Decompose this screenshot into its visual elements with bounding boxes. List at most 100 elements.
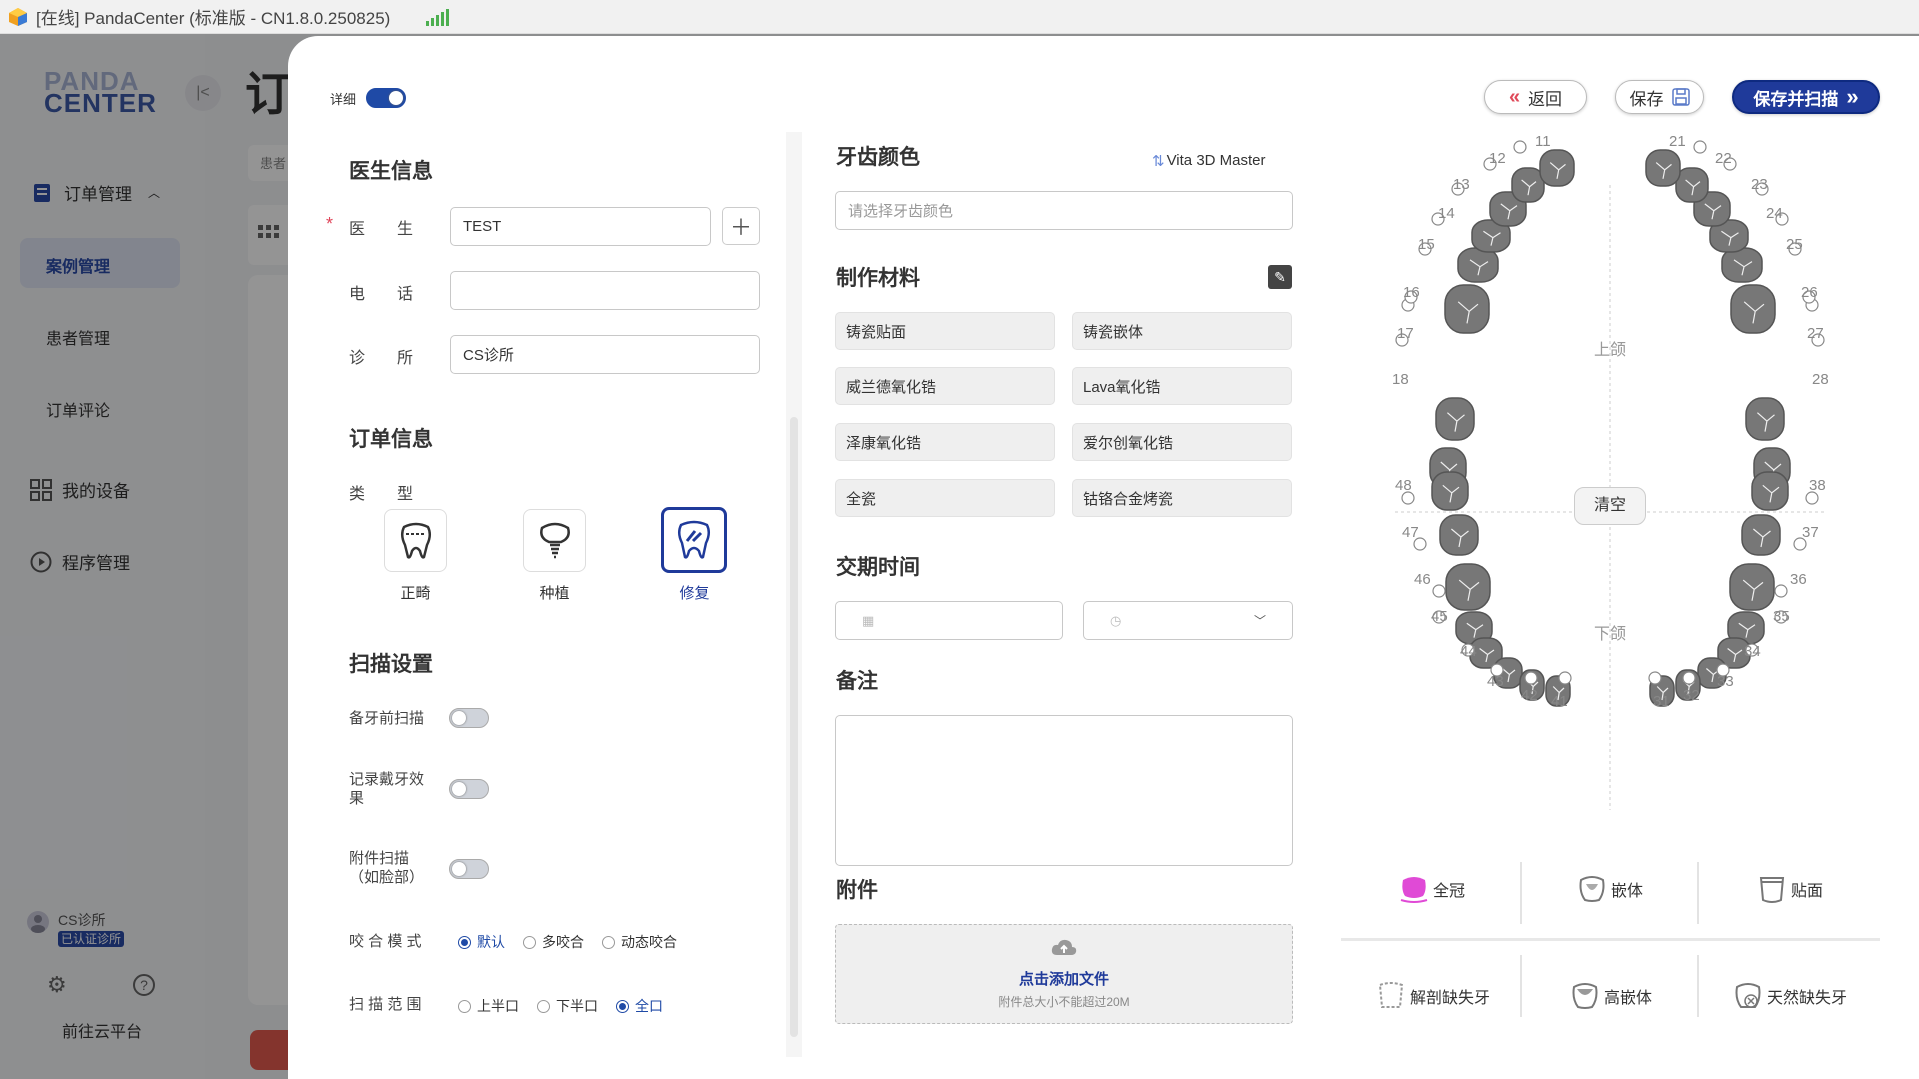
notes-textarea[interactable]: [835, 715, 1293, 866]
tooth-36[interactable]: [1729, 563, 1775, 611]
tooth-47[interactable]: [1439, 514, 1479, 556]
phone-label: 电 话: [349, 286, 414, 303]
material-item[interactable]: 钴铬合金烤瓷: [1072, 479, 1292, 517]
bite-dynamic-radio[interactable]: 动态咬合: [602, 932, 677, 952]
save-icon: [1671, 88, 1690, 106]
tooth-number: 22: [1715, 150, 1732, 167]
delivery-date-input[interactable]: ▦: [835, 601, 1063, 640]
window-titlebar: [在线] PandaCenter (标准版 - CN1.8.0.250825): [0, 0, 1919, 34]
restoration-type-crown[interactable]: 全冠: [1399, 874, 1465, 904]
detail-toggle[interactable]: [366, 88, 407, 108]
add-doctor-button[interactable]: ＋: [722, 207, 760, 245]
tooth-26[interactable]: [1730, 284, 1776, 334]
tooth-number: 17: [1397, 325, 1414, 342]
tooth-number: 42: [1521, 687, 1538, 704]
tooth-number: 37: [1802, 524, 1819, 541]
tooth-number: 41: [1551, 693, 1568, 710]
clear-button[interactable]: 清空: [1574, 487, 1646, 525]
tooth-select-circle[interactable]: [1513, 140, 1527, 154]
tooth-number: 11: [1535, 133, 1551, 150]
lower-jaw-label: 下颌: [1594, 625, 1626, 643]
material-item[interactable]: 爱尔创氧化锆: [1072, 423, 1292, 461]
restoration-tooth-icon: [678, 520, 710, 559]
range-upper-radio[interactable]: 上半口: [458, 996, 519, 1016]
upload-area[interactable]: 点击添加文件 附件总大小不能超过20M: [835, 924, 1293, 1024]
pre-scan-toggle[interactable]: [449, 708, 489, 728]
tooth-number: 31: [1653, 693, 1670, 710]
tooth-number: 25: [1786, 236, 1803, 253]
back-button[interactable]: «返回: [1484, 80, 1587, 114]
restoration-type-onlay[interactable]: 高嵌体: [1570, 981, 1652, 1011]
tooth-select-circle[interactable]: [1648, 671, 1662, 685]
tooth-number: 45: [1431, 608, 1448, 625]
material-item[interactable]: 威兰德氧化锆: [835, 367, 1055, 405]
calendar-icon: ▦: [862, 612, 875, 628]
tooth-21[interactable]: [1645, 149, 1681, 187]
inlay-icon: [1579, 876, 1605, 902]
anatomic-missing-icon: [1378, 982, 1404, 1008]
required-mark: *: [326, 214, 334, 234]
tooth-38[interactable]: [1751, 471, 1789, 511]
shade-input[interactable]: 请选择牙齿颜色: [835, 191, 1293, 230]
scan-range-radios: 上半口 下半口 全口: [458, 996, 681, 1016]
material-item[interactable]: 铸瓷贴面: [835, 312, 1055, 350]
delivery-time-select[interactable]: ◷ ﹀: [1083, 601, 1293, 640]
tooth-select-circle[interactable]: [1524, 671, 1538, 685]
material-item[interactable]: 泽康氧化锆: [835, 423, 1055, 461]
tooth-select-circle[interactable]: [1682, 671, 1696, 685]
clinic-input[interactable]: CS诊所: [450, 335, 760, 374]
save-and-scan-button[interactable]: 保存并扫描»: [1732, 80, 1880, 114]
form-scrollbar[interactable]: [786, 132, 802, 1057]
material-item[interactable]: 铸瓷嵌体: [1072, 312, 1292, 350]
tooth-22[interactable]: [1675, 167, 1709, 203]
doctor-input[interactable]: TEST: [450, 207, 711, 246]
tooth-11[interactable]: [1539, 149, 1575, 187]
tooth-number: 33: [1717, 673, 1734, 690]
range-full-radio[interactable]: 全口: [616, 996, 663, 1016]
type-restoration-card[interactable]: [661, 507, 727, 573]
phone-input[interactable]: [450, 271, 760, 310]
doctor-label: 医 生: [349, 221, 414, 238]
tooth-number: 46: [1414, 571, 1431, 588]
bite-multi-radio[interactable]: 多咬合: [523, 932, 584, 952]
tooth-select-circle[interactable]: [1432, 584, 1446, 598]
type-implant-card[interactable]: [523, 509, 586, 572]
window-title: [在线] PandaCenter (标准版 - CN1.8.0.250825): [36, 9, 391, 28]
attachment-scan-toggle[interactable]: [449, 859, 489, 879]
tooth-48[interactable]: [1431, 471, 1469, 511]
tooth-number: 21: [1669, 133, 1686, 150]
tooth-select-circle[interactable]: [1693, 140, 1707, 154]
tooth-number: 23: [1751, 176, 1768, 193]
tooth-number: 18: [1392, 371, 1409, 388]
range-lower-radio[interactable]: 下半口: [537, 996, 598, 1016]
material-item[interactable]: 全瓷: [835, 479, 1055, 517]
type-orthodontic-card[interactable]: [384, 509, 447, 572]
edit-icon[interactable]: ✎: [1268, 265, 1292, 289]
tooth-37[interactable]: [1741, 514, 1781, 556]
tooth-select-circle[interactable]: [1558, 671, 1572, 685]
record-wear-toggle[interactable]: [449, 779, 489, 799]
material-item[interactable]: Lava氧化锆: [1072, 367, 1292, 405]
veneer-icon: [1759, 877, 1785, 903]
tooth-number: 12: [1489, 150, 1506, 167]
tooth-select-circle[interactable]: [1774, 584, 1788, 598]
tooth-16[interactable]: [1444, 284, 1490, 334]
restoration-type-inlay[interactable]: 嵌体: [1577, 874, 1643, 904]
tooth-15[interactable]: [1457, 247, 1499, 283]
tooth-25[interactable]: [1721, 247, 1763, 283]
bite-default-radio[interactable]: 默认: [458, 932, 505, 952]
upload-hint: 附件总大小不能超过20M: [998, 995, 1130, 1009]
tooth-27[interactable]: [1745, 397, 1785, 441]
restoration-type-natural-missing[interactable]: 天然缺失牙: [1733, 981, 1847, 1011]
tooth-46[interactable]: [1445, 563, 1491, 611]
type-implant-label: 种植: [539, 585, 570, 602]
restoration-type-veneer[interactable]: 贴面: [1757, 874, 1823, 904]
bite-mode-label: 咬 合 模 式: [349, 933, 422, 950]
app-icon: [9, 7, 27, 26]
save-button[interactable]: 保存: [1615, 80, 1704, 114]
tooth-number: 16: [1403, 284, 1420, 301]
tooth-12[interactable]: [1511, 167, 1545, 203]
tooth-17[interactable]: [1435, 397, 1475, 441]
restoration-type-anatomic-missing[interactable]: 解剖缺失牙: [1376, 981, 1490, 1011]
shade-system-selector[interactable]: ⇅ Vita 3D Master: [1152, 152, 1266, 170]
